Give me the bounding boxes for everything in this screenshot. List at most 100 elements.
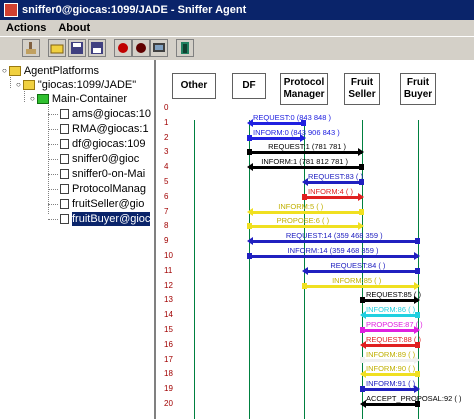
- tree-agent[interactable]: fruitSeller@gio: [60, 197, 144, 211]
- row-number: 3: [164, 147, 169, 157]
- toolbar: [0, 36, 474, 61]
- message-arrow[interactable]: INFORM:0 (843 906 843 ): [247, 128, 340, 143]
- message-arrow[interactable]: REQUEST:88 ( ): [360, 335, 421, 350]
- message-line: [249, 121, 304, 125]
- agent-icon: [60, 124, 69, 134]
- row-number: 16: [164, 339, 173, 349]
- monitor-icon: [153, 43, 165, 52]
- message-source-marker: [302, 193, 307, 200]
- agent-icon: [60, 184, 69, 194]
- message-source-marker: [415, 267, 420, 274]
- tree-agent[interactable]: df@giocas:109: [60, 137, 146, 151]
- row-number: 15: [164, 325, 173, 334]
- message-arrow[interactable]: PROPOSE:87 ( ): [360, 320, 423, 335]
- message-arrow[interactable]: REQUEST:1 (781 781 ): [247, 142, 364, 157]
- start-sniff-button[interactable]: [114, 39, 132, 57]
- message-arrow[interactable]: INFORM:14 (359 468 359 ): [247, 246, 420, 261]
- tree-agent[interactable]: sniffer0-on-Mai: [60, 167, 145, 181]
- message-source-marker: [415, 312, 420, 319]
- message-arrow[interactable]: REQUEST:14 (359 468 359 ): [247, 231, 420, 246]
- exit-button[interactable]: [176, 39, 194, 57]
- message-arrow[interactable]: INFORM:90 ( ): [360, 364, 420, 379]
- message-label: PROPOSE:87 ( ): [366, 320, 423, 329]
- menu-about[interactable]: About: [52, 22, 96, 34]
- show-only-button[interactable]: [150, 39, 168, 57]
- message-label: INFORM:4 ( ): [308, 186, 353, 196]
- menu-actions[interactable]: Actions: [0, 22, 52, 34]
- tree-agent[interactable]: RMA@giocas:1: [60, 122, 149, 136]
- agent-label: ams@giocas:10: [72, 108, 152, 120]
- expand-icon[interactable]: ○: [30, 92, 35, 106]
- agent-column-header[interactable]: Fruit Buyer: [400, 73, 436, 105]
- message-line: [362, 299, 418, 303]
- agent-icon: [60, 214, 69, 224]
- tree-agent[interactable]: sniffer0@gioc: [60, 152, 139, 166]
- tree-agent[interactable]: ams@giocas:10: [60, 107, 151, 121]
- folder-icon: [8, 66, 21, 76]
- tree-root[interactable]: ○ AgentPlatforms: [2, 64, 99, 78]
- agent-label: sniffer0@gioc: [72, 153, 140, 165]
- lifeline: [194, 120, 195, 419]
- sniffer-canvas[interactable]: Other DF Protocol Manager Fruit Seller Fruit…: [156, 60, 474, 419]
- folder-icon: [22, 80, 35, 90]
- agent-column-header[interactable]: Fruit Seller: [344, 73, 380, 105]
- tree-agent[interactable]: fruitBuyer@gioc: [60, 212, 151, 226]
- message-label: INFORM:1 (781 812 781 ): [261, 157, 349, 167]
- message-source-marker: [360, 327, 365, 333]
- message-arrow[interactable]: REQUEST:0 (843 848 ): [247, 113, 331, 128]
- row-number: 8: [164, 221, 169, 231]
- message-line: [249, 210, 362, 214]
- message-label: INFORM:89 ( ): [366, 349, 416, 359]
- row-number: 4: [164, 162, 169, 172]
- message-arrow[interactable]: ACCEPT_PROPOSAL:92 ( ): [360, 394, 461, 409]
- message-source-marker: [415, 238, 420, 245]
- stop-sniff-button[interactable]: [132, 39, 150, 57]
- agent-icon: [60, 139, 69, 149]
- message-label: INFORM:5 ( ): [278, 201, 324, 211]
- message-source-marker: [359, 164, 364, 171]
- message-line: [249, 166, 362, 170]
- message-line: [249, 136, 304, 140]
- row-number: 10: [164, 251, 173, 260]
- clear-canvas-button[interactable]: [22, 39, 40, 57]
- message-line: [249, 255, 418, 258]
- message-line: [362, 314, 418, 318]
- message-arrow[interactable]: REQUEST:85 ( ): [360, 290, 421, 305]
- expand-icon[interactable]: ○: [16, 78, 21, 92]
- message-label: REQUEST:0 (843 848 ): [253, 112, 331, 122]
- message-source-marker: [360, 356, 365, 363]
- message-arrow[interactable]: REQUEST:84 ( ): [302, 260, 420, 276]
- expand-icon[interactable]: ○: [2, 64, 7, 78]
- message-arrow[interactable]: INFORM:5 ( ): [247, 201, 364, 217]
- row-number: 12: [164, 280, 173, 290]
- tree-platform[interactable]: ○ "giocas:1099/JADE": [16, 78, 136, 92]
- message-label: REQUEST:84 ( ): [330, 260, 386, 270]
- message-arrow[interactable]: INFORM:91 ( ): [360, 379, 420, 394]
- save-file-button[interactable]: [68, 39, 86, 57]
- message-arrow[interactable]: INFORM:89 ( ): [360, 349, 420, 365]
- menu-bar: Actions About: [0, 20, 474, 36]
- row-number: 9: [164, 236, 169, 246]
- open-file-button[interactable]: [48, 39, 66, 57]
- row-number: 17: [164, 354, 173, 364]
- tree-agent[interactable]: ProtocolManag: [60, 182, 146, 196]
- broom-icon: [26, 42, 36, 54]
- tree-container[interactable]: ○ Main-Container: [30, 92, 127, 106]
- message-arrow[interactable]: INFORM:4 ( ): [302, 186, 364, 202]
- message-arrow[interactable]: PROPOSE:6 ( ): [247, 216, 364, 231]
- save-text-button[interactable]: [88, 39, 106, 57]
- agent-column-header[interactable]: Other: [172, 73, 216, 99]
- message-arrow[interactable]: INFORM:86 ( ): [360, 305, 420, 320]
- save-text-icon: [91, 42, 103, 54]
- message-arrow[interactable]: REQUEST:83 ( ): [302, 172, 364, 187]
- agent-column-header[interactable]: Protocol Manager: [280, 73, 328, 105]
- arrow-head-icon: [358, 222, 364, 231]
- row-number: 7: [164, 206, 169, 216]
- agent-column-header[interactable]: DF: [232, 73, 266, 99]
- arrow-head-icon: [358, 148, 364, 157]
- message-line: [249, 225, 362, 229]
- message-line: [249, 151, 362, 155]
- message-arrow[interactable]: INFORM:85 ( ): [302, 276, 420, 291]
- message-arrow[interactable]: INFORM:1 (781 812 781 ): [247, 157, 364, 172]
- agent-label: ProtocolManag: [72, 183, 146, 195]
